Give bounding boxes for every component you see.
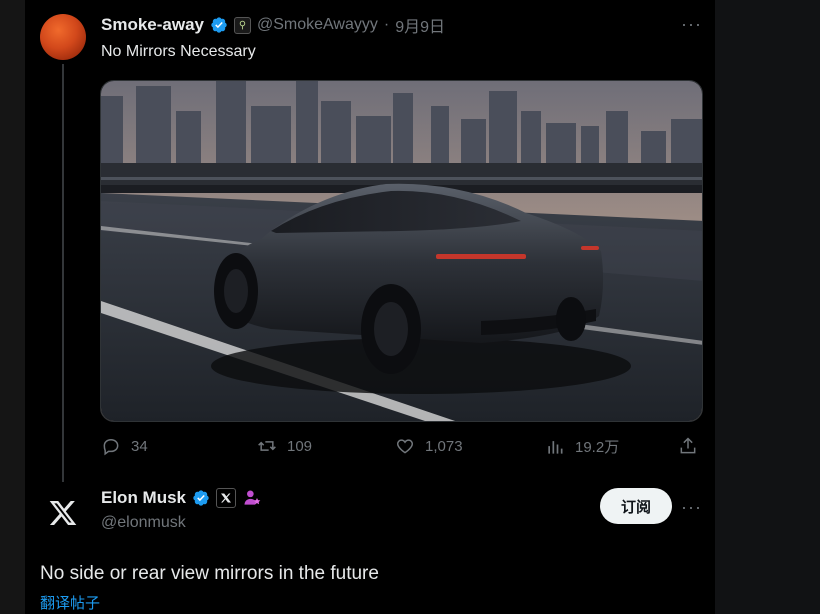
share-icon: [680, 437, 696, 454]
heart-icon: [396, 439, 414, 454]
post-date[interactable]: 9月9日: [395, 13, 445, 37]
retweet-count: 109: [287, 437, 313, 455]
tweet-text: No side or rear view mirrors in the futu…: [40, 563, 379, 584]
like-count: 1,073: [425, 437, 463, 455]
car-on-bridge-photo: [101, 81, 702, 421]
author-name[interactable]: Elon Musk: [101, 488, 186, 508]
avatar[interactable]: [40, 14, 86, 60]
tweet-header: Smoke-away ⚲ @SmokeAwayyy · 9月9日: [101, 13, 445, 37]
author-name[interactable]: Smoke-away: [101, 15, 204, 35]
reply-count: 34: [131, 437, 148, 455]
x-affiliate-badge-icon: [216, 488, 237, 508]
tweet-text: No Mirrors Necessary: [101, 43, 256, 60]
verified-badge-icon: [193, 490, 209, 506]
meta-separator: ·: [383, 16, 390, 33]
user-star-icon: [244, 490, 261, 505]
retweet-icon: [258, 441, 276, 451]
more-icon[interactable]: ···: [681, 497, 702, 518]
translate-post-link[interactable]: 翻译帖子: [40, 592, 100, 613]
like-button[interactable]: 1,073: [395, 436, 463, 456]
reply-button[interactable]: 34: [101, 436, 148, 456]
x-logo-icon[interactable]: [47, 497, 79, 529]
share-button[interactable]: [678, 436, 698, 456]
tweet-header: Elon Musk: [101, 488, 262, 508]
author-handle[interactable]: @elonmusk: [101, 514, 186, 532]
tweet-image[interactable]: [100, 80, 703, 422]
right-margin: [715, 0, 820, 614]
post-thread: Smoke-away ⚲ @SmokeAwayyy · 9月9日 ··· No …: [25, 0, 715, 614]
subscribe-button[interactable]: 订阅: [600, 488, 672, 524]
retweet-button[interactable]: 109: [257, 436, 312, 456]
views-count: 19.2万: [575, 439, 620, 456]
verified-badge-icon: [211, 17, 227, 33]
affiliate-badge-icon: ⚲: [234, 16, 251, 34]
tweet-actions: 34 109 1,073 19.2万: [101, 436, 701, 462]
author-handle[interactable]: @SmokeAwayyy: [257, 16, 378, 34]
more-icon[interactable]: ···: [681, 14, 702, 35]
reply-icon: [103, 438, 119, 456]
views-bar-icon: [548, 440, 563, 454]
left-margin: [0, 0, 25, 614]
thread-connector-line: [62, 64, 64, 482]
views-button[interactable]: 19.2万: [545, 436, 619, 457]
